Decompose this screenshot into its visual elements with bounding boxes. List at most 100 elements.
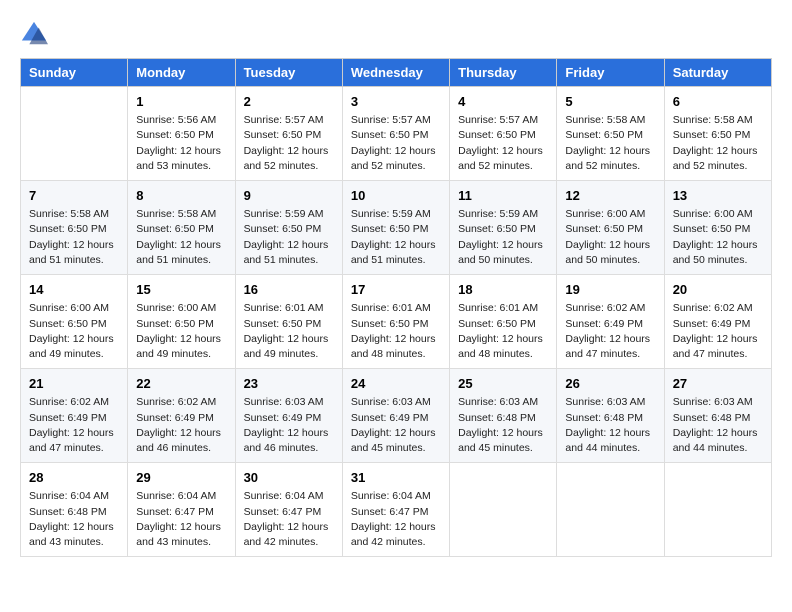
calendar-cell: 28 Sunrise: 6:04 AM Sunset: 6:48 PM Dayli… [21,463,128,557]
calendar-cell [557,463,664,557]
col-header-friday: Friday [557,59,664,87]
day-info: Sunrise: 6:01 AM Sunset: 6:50 PM Dayligh… [351,301,441,362]
calendar-cell: 19 Sunrise: 6:02 AM Sunset: 6:49 PM Dayli… [557,275,664,369]
day-number: 16 [244,281,334,299]
calendar-cell: 22 Sunrise: 6:02 AM Sunset: 6:49 PM Dayli… [128,369,235,463]
calendar-cell: 29 Sunrise: 6:04 AM Sunset: 6:47 PM Dayli… [128,463,235,557]
day-info: Sunrise: 5:59 AM Sunset: 6:50 PM Dayligh… [351,207,441,268]
day-info: Sunrise: 6:03 AM Sunset: 6:49 PM Dayligh… [244,395,334,456]
col-header-thursday: Thursday [450,59,557,87]
calendar-cell: 30Sunrise: 6:04 AM Sunset: 6:47 PM Dayli… [235,463,342,557]
col-header-monday: Monday [128,59,235,87]
day-info: Sunrise: 6:02 AM Sunset: 6:49 PM Dayligh… [565,301,655,362]
calendar-cell: 10Sunrise: 5:59 AM Sunset: 6:50 PM Dayli… [342,181,449,275]
calendar-cell: 6 Sunrise: 5:58 AM Sunset: 6:50 PM Daylig… [664,87,771,181]
calendar-cell: 3 Sunrise: 5:57 AM Sunset: 6:50 PM Daylig… [342,87,449,181]
day-info: Sunrise: 6:04 AM Sunset: 6:47 PM Dayligh… [351,489,441,550]
week-row-3: 14 Sunrise: 6:00 AM Sunset: 6:50 PM Dayli… [21,275,772,369]
day-info: Sunrise: 6:00 AM Sunset: 6:50 PM Dayligh… [29,301,119,362]
day-info: Sunrise: 6:04 AM Sunset: 6:47 PM Dayligh… [136,489,226,550]
day-number: 5 [565,93,655,111]
day-number: 1 [136,93,226,111]
day-info: Sunrise: 6:04 AM Sunset: 6:47 PM Dayligh… [244,489,334,550]
week-row-1: 1 Sunrise: 5:56 AM Sunset: 6:50 PM Daylig… [21,87,772,181]
calendar-cell: 5 Sunrise: 5:58 AM Sunset: 6:50 PM Daylig… [557,87,664,181]
calendar-cell: 25 Sunrise: 6:03 AM Sunset: 6:48 PM Dayli… [450,369,557,463]
day-info: Sunrise: 6:01 AM Sunset: 6:50 PM Dayligh… [244,301,334,362]
day-info: Sunrise: 5:59 AM Sunset: 6:50 PM Dayligh… [244,207,334,268]
day-info: Sunrise: 6:04 AM Sunset: 6:48 PM Dayligh… [29,489,119,550]
day-number: 11 [458,187,548,205]
day-info: Sunrise: 5:57 AM Sunset: 6:50 PM Dayligh… [351,113,441,174]
calendar-cell: 8 Sunrise: 5:58 AM Sunset: 6:50 PM Daylig… [128,181,235,275]
calendar-cell: 18 Sunrise: 6:01 AM Sunset: 6:50 PM Dayli… [450,275,557,369]
day-info: Sunrise: 5:58 AM Sunset: 6:50 PM Dayligh… [673,113,763,174]
day-number: 6 [673,93,763,111]
col-header-saturday: Saturday [664,59,771,87]
day-info: Sunrise: 5:57 AM Sunset: 6:50 PM Dayligh… [244,113,334,174]
calendar-cell: 2 Sunrise: 5:57 AM Sunset: 6:50 PM Daylig… [235,87,342,181]
day-info: Sunrise: 6:03 AM Sunset: 6:48 PM Dayligh… [673,395,763,456]
day-number: 7 [29,187,119,205]
day-number: 3 [351,93,441,111]
day-number: 26 [565,375,655,393]
day-number: 13 [673,187,763,205]
calendar-cell: 7 Sunrise: 5:58 AM Sunset: 6:50 PM Daylig… [21,181,128,275]
day-info: Sunrise: 6:03 AM Sunset: 6:48 PM Dayligh… [458,395,548,456]
week-row-4: 21 Sunrise: 6:02 AM Sunset: 6:49 PM Dayli… [21,369,772,463]
day-number: 14 [29,281,119,299]
calendar-cell: 27 Sunrise: 6:03 AM Sunset: 6:48 PM Dayli… [664,369,771,463]
day-number: 19 [565,281,655,299]
logo [20,20,52,48]
day-number: 9 [244,187,334,205]
day-info: Sunrise: 6:02 AM Sunset: 6:49 PM Dayligh… [29,395,119,456]
day-info: Sunrise: 6:03 AM Sunset: 6:49 PM Dayligh… [351,395,441,456]
day-info: Sunrise: 5:58 AM Sunset: 6:50 PM Dayligh… [136,207,226,268]
day-number: 2 [244,93,334,111]
day-number: 15 [136,281,226,299]
day-info: Sunrise: 6:00 AM Sunset: 6:50 PM Dayligh… [136,301,226,362]
calendar-cell: 21 Sunrise: 6:02 AM Sunset: 6:49 PM Dayli… [21,369,128,463]
calendar-cell: 1 Sunrise: 5:56 AM Sunset: 6:50 PM Daylig… [128,87,235,181]
calendar-cell: 23 Sunrise: 6:03 AM Sunset: 6:49 PM Dayli… [235,369,342,463]
day-info: Sunrise: 5:58 AM Sunset: 6:50 PM Dayligh… [29,207,119,268]
logo-icon [20,20,48,48]
week-row-5: 28 Sunrise: 6:04 AM Sunset: 6:48 PM Dayli… [21,463,772,557]
calendar-cell: 16 Sunrise: 6:01 AM Sunset: 6:50 PM Dayli… [235,275,342,369]
calendar-cell [664,463,771,557]
day-number: 29 [136,469,226,487]
day-number: 22 [136,375,226,393]
day-info: Sunrise: 5:58 AM Sunset: 6:50 PM Dayligh… [565,113,655,174]
day-number: 28 [29,469,119,487]
calendar-cell: 31 Sunrise: 6:04 AM Sunset: 6:47 PM Dayli… [342,463,449,557]
col-header-wednesday: Wednesday [342,59,449,87]
day-number: 21 [29,375,119,393]
calendar-cell: 12 Sunrise: 6:00 AM Sunset: 6:50 PM Dayli… [557,181,664,275]
day-info: Sunrise: 6:01 AM Sunset: 6:50 PM Dayligh… [458,301,548,362]
day-number: 12 [565,187,655,205]
calendar-cell: 4Sunrise: 5:57 AM Sunset: 6:50 PM Daylig… [450,87,557,181]
day-number: 27 [673,375,763,393]
col-header-sunday: Sunday [21,59,128,87]
day-info: Sunrise: 6:00 AM Sunset: 6:50 PM Dayligh… [565,207,655,268]
col-header-tuesday: Tuesday [235,59,342,87]
day-number: 8 [136,187,226,205]
day-info: Sunrise: 6:02 AM Sunset: 6:49 PM Dayligh… [136,395,226,456]
calendar-cell: 24 Sunrise: 6:03 AM Sunset: 6:49 PM Dayli… [342,369,449,463]
calendar-cell: 9 Sunrise: 5:59 AM Sunset: 6:50 PM Daylig… [235,181,342,275]
day-number: 18 [458,281,548,299]
day-info: Sunrise: 6:02 AM Sunset: 6:49 PM Dayligh… [673,301,763,362]
calendar-cell: 13 Sunrise: 6:00 AM Sunset: 6:50 PM Dayli… [664,181,771,275]
day-number: 23 [244,375,334,393]
calendar-cell [450,463,557,557]
calendar-cell: 26Sunrise: 6:03 AM Sunset: 6:48 PM Dayli… [557,369,664,463]
day-info: Sunrise: 5:56 AM Sunset: 6:50 PM Dayligh… [136,113,226,174]
calendar-cell: 20Sunrise: 6:02 AM Sunset: 6:49 PM Dayli… [664,275,771,369]
day-number: 24 [351,375,441,393]
page-header [20,20,772,48]
day-info: Sunrise: 6:00 AM Sunset: 6:50 PM Dayligh… [673,207,763,268]
day-number: 25 [458,375,548,393]
day-number: 31 [351,469,441,487]
day-number: 17 [351,281,441,299]
day-number: 4 [458,93,548,111]
